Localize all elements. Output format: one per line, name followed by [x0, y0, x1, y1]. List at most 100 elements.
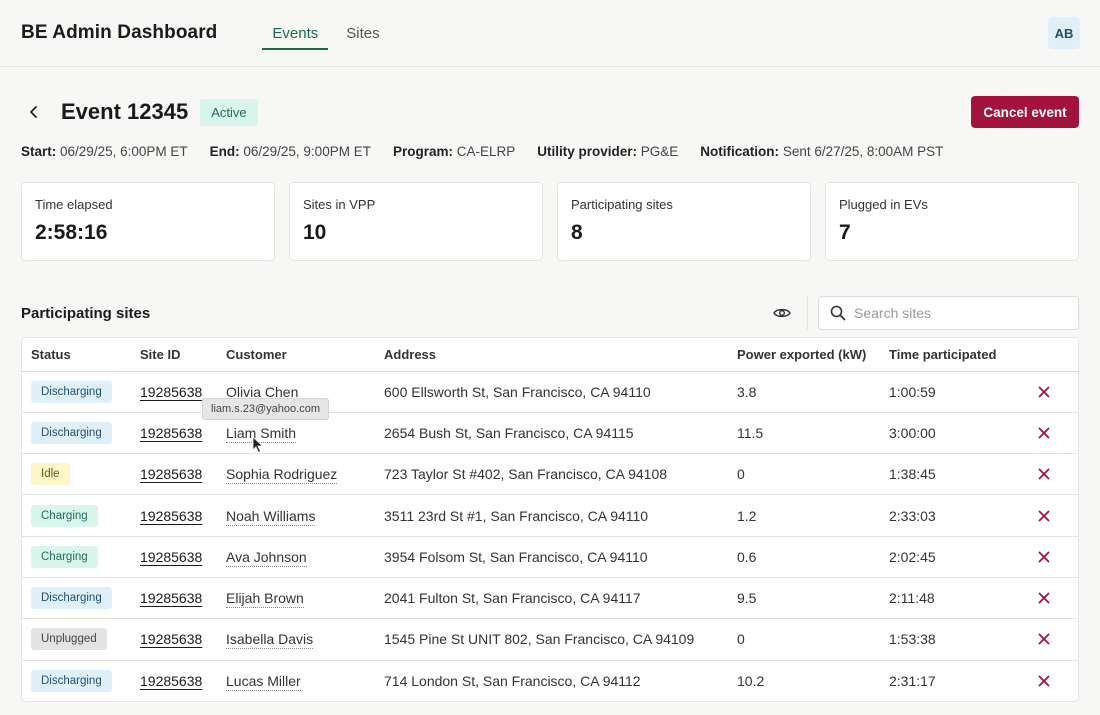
participating-sites-header: Participating sites: [21, 296, 1079, 330]
power-cell: 0.6: [728, 536, 880, 578]
actions-cell: [1020, 577, 1078, 620]
site-id-link[interactable]: 19285638: [140, 590, 202, 606]
time-cell: 1:00:59: [880, 371, 1020, 413]
site-id-cell: 19285638: [131, 577, 217, 620]
remove-site-button[interactable]: [1034, 382, 1054, 402]
status-badge: Idle: [31, 463, 70, 486]
remove-site-button[interactable]: [1034, 423, 1054, 443]
power-cell: 1.2: [728, 494, 880, 537]
status-cell: Discharging: [22, 371, 131, 413]
column-header-site-id[interactable]: Site ID: [131, 338, 217, 372]
stat-card-participating-sites: Participating sites 8: [557, 182, 811, 261]
site-id-link[interactable]: 19285638: [140, 508, 202, 524]
sites-table: Status Site ID Customer Address Power ex…: [21, 337, 1079, 703]
status-badge: Active: [200, 98, 258, 126]
stat-value: 8: [571, 221, 583, 244]
status-badge: Unplugged: [31, 628, 107, 651]
meta-end: End: 06/29/25, 9:00PM ET: [209, 144, 371, 159]
customer-name[interactable]: Noah Williams: [226, 507, 316, 526]
search-box[interactable]: [818, 296, 1079, 330]
time-cell: 2:33:03: [880, 494, 1020, 537]
customer-name[interactable]: Elijah Brown: [226, 590, 304, 609]
status-badge: Discharging: [31, 669, 112, 692]
column-header-status[interactable]: Status: [22, 338, 131, 372]
cancel-event-button[interactable]: Cancel event: [971, 96, 1079, 128]
table-row[interactable]: Discharging 19285638 Olivia Chen 600 Ellswo…: [22, 371, 1078, 413]
remove-site-button[interactable]: [1034, 547, 1054, 567]
customer-cell: Noah Williams: [217, 494, 375, 537]
site-id-cell: 19285638: [131, 453, 217, 496]
customer-name[interactable]: Sophia Rodriguez: [226, 466, 338, 485]
site-id-link[interactable]: 19285638: [140, 384, 202, 400]
user-avatar[interactable]: AB: [1048, 17, 1080, 49]
remove-site-button[interactable]: [1034, 506, 1054, 526]
page-title: Event 12345: [61, 99, 189, 124]
remove-site-button[interactable]: [1034, 671, 1054, 691]
status-badge: Charging: [31, 545, 98, 568]
stat-label: Sites in VPP: [303, 197, 376, 212]
power-cell: 0: [728, 453, 880, 496]
customer-name[interactable]: Lucas Miller: [226, 672, 301, 691]
tab-sites[interactable]: Sites: [336, 0, 389, 67]
customer-name[interactable]: Ava Johnson: [226, 548, 307, 567]
column-header-power-exported[interactable]: Power exported (kW): [728, 338, 880, 372]
close-icon: [1038, 675, 1050, 687]
table-header-row: Status Site ID Customer Address Power ex…: [22, 338, 1078, 372]
address-cell: 2041 Fulton St, San Francisco, CA 94117: [375, 577, 728, 620]
close-icon: [1038, 468, 1050, 480]
remove-site-button[interactable]: [1034, 464, 1054, 484]
time-cell: 2:02:45: [880, 536, 1020, 578]
table-row[interactable]: Discharging 19285638 Elijah Brown 2041 Fult…: [22, 577, 1078, 620]
stat-card-plugged-in-evs: Plugged in EVs 7: [825, 182, 1079, 261]
customer-cell: Sophia Rodriguez: [217, 453, 375, 496]
actions-cell: [1020, 412, 1078, 455]
actions-cell: [1020, 618, 1078, 661]
app-title: BE Admin Dashboard: [21, 22, 218, 43]
site-id-link[interactable]: 19285638: [140, 466, 202, 482]
stat-card-time-elapsed: Time elapsed 2:58:16: [21, 182, 275, 261]
status-badge: Charging: [31, 504, 98, 527]
meta-program: Program: CA-ELRP: [392, 144, 516, 159]
customer-cell: Ava Johnson: [217, 536, 375, 578]
address-cell: 600 Ellsworth St, San Francisco, CA 9411…: [375, 371, 728, 413]
visibility-toggle-button[interactable]: [770, 301, 794, 325]
remove-site-button[interactable]: [1034, 629, 1054, 649]
address-cell: 2654 Bush St, San Francisco, CA 94115: [375, 412, 728, 455]
actions-cell: [1020, 453, 1078, 496]
table-row[interactable]: Discharging 19285638 Lucas Miller 714 Londo…: [22, 660, 1078, 701]
table-row[interactable]: Charging 19285638 Ava Johnson 3954 Folsom S…: [22, 536, 1078, 578]
remove-site-button[interactable]: [1034, 588, 1054, 608]
table-row[interactable]: Idle 19285638 Sophia Rodriguez 723 Taylor S…: [22, 453, 1078, 496]
column-header-customer[interactable]: Customer: [217, 338, 375, 372]
address-cell: 714 London St, San Francisco, CA 94112: [384, 672, 641, 689]
table-row[interactable]: Charging 19285638 Noah Williams 3511 23rd S…: [22, 494, 1078, 537]
actions-cell: [1020, 536, 1078, 578]
power-cell: 10.2: [737, 672, 765, 689]
back-button[interactable]: [21, 99, 47, 125]
column-header-time-participated[interactable]: Time participated: [880, 338, 1020, 372]
table-row[interactable]: Discharging 19285638 Liam Smith 2654 Bush S…: [22, 412, 1078, 455]
site-id-link[interactable]: 19285638: [140, 549, 202, 565]
tab-events[interactable]: Events: [262, 0, 329, 67]
close-icon: [1038, 634, 1050, 645]
stat-label: Time elapsed: [35, 197, 113, 212]
site-id-link[interactable]: 19285638: [140, 631, 202, 647]
status-cell: Charging: [22, 536, 131, 578]
customer-name[interactable]: Isabella Davis: [226, 631, 314, 650]
site-id-link[interactable]: 19285638: [140, 425, 202, 441]
power-cell: 0: [728, 618, 880, 661]
customer-email-tooltip: liam.s.23@yahoo.com: [202, 398, 329, 420]
column-header-address[interactable]: Address: [375, 338, 728, 372]
site-id-link[interactable]: 19285638: [140, 673, 202, 689]
table-row[interactable]: Unplugged 19285638 Isabella Davis 1545 Pine…: [22, 618, 1078, 661]
search-input[interactable]: [854, 305, 1054, 321]
search-icon: [830, 305, 846, 321]
mouse-cursor-icon: [252, 436, 264, 454]
top-navigation-bar: BE Admin Dashboard Events Sites AB: [0, 0, 1100, 67]
stat-card-sites-in-vpp: Sites in VPP 10: [289, 182, 543, 261]
site-id-cell: 19285638: [131, 494, 217, 537]
site-id-cell: 19285638: [131, 660, 217, 701]
customer-cell: Lucas Miller: [217, 660, 375, 701]
time-cell: 3:00:00: [880, 412, 1020, 455]
chevron-left-icon: [30, 106, 37, 118]
